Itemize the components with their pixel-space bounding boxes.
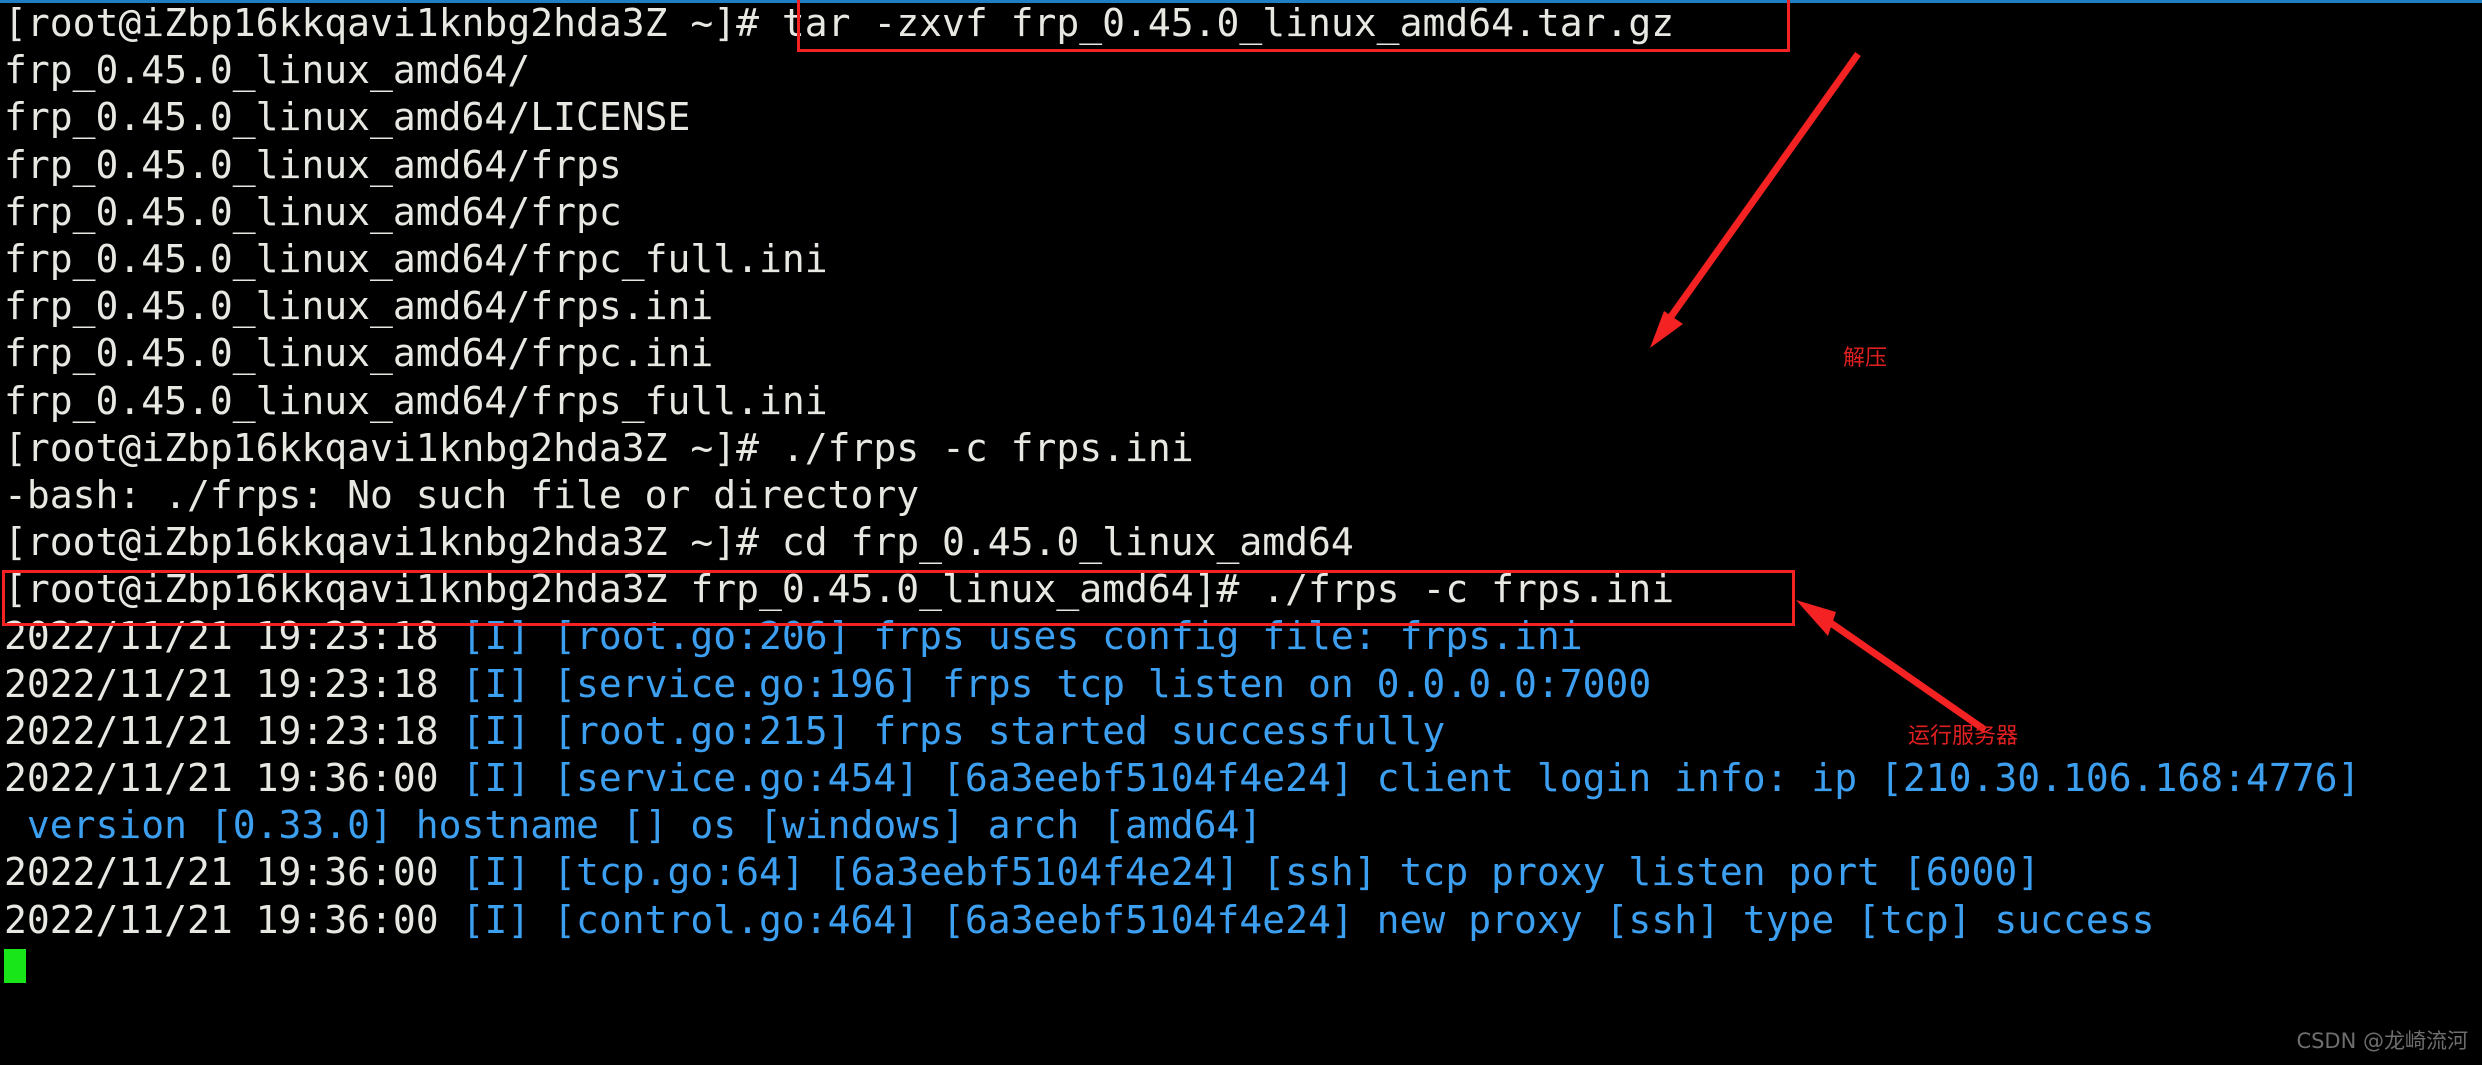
shell-command: ./frps -c frps.ini [781, 425, 1194, 470]
terminal-line-err-no-file: -bash: ./frps: No such file or directory [0, 472, 2482, 519]
terminal-line-log-config: 2022/11/21 19:23:18 [I] [root.go:206] fr… [0, 613, 2482, 660]
terminal-line-cmd-cd: [root@iZbp16kkqavi1knbg2hda3Z ~]# cd frp… [0, 519, 2482, 566]
log-body: [I] [root.go:206] frps uses config file:… [461, 614, 1583, 659]
terminal-line-out-frpcfull: frp_0.45.0_linux_amd64/frpc_full.ini [0, 236, 2482, 283]
log-body: [I] [tcp.go:64] [6a3eebf5104f4e24] [ssh]… [461, 850, 2041, 895]
terminal-line-out-dir: frp_0.45.0_linux_amd64/ [0, 47, 2482, 94]
terminal-line-out-frpsfull: frp_0.45.0_linux_amd64/frps_full.ini [0, 378, 2482, 425]
terminal-output-area[interactable]: [root@iZbp16kkqavi1knbg2hda3Z ~]# tar -z… [0, 0, 2482, 991]
log-body-continuation: version [0.33.0] hostname [] os [windows… [4, 803, 1263, 848]
output-text: frp_0.45.0_linux_amd64/frpc [4, 189, 622, 234]
terminal-line-log-proxy-port: 2022/11/21 19:36:00 [I] [tcp.go:64] [6a3… [0, 849, 2482, 896]
terminal-line-cmd-frps-run: [root@iZbp16kkqavi1knbg2hda3Z frp_0.45.0… [0, 566, 2482, 613]
terminal-line-out-frpc: frp_0.45.0_linux_amd64/frpc [0, 189, 2482, 236]
terminal-line-log-login-wrap: version [0.33.0] hostname [] os [windows… [0, 802, 2482, 849]
terminal-line-out-frps: frp_0.45.0_linux_amd64/frps [0, 142, 2482, 189]
terminal-line-log-new-proxy: 2022/11/21 19:36:00 [I] [control.go:464]… [0, 897, 2482, 944]
terminal-line-log-started: 2022/11/21 19:23:18 [I] [root.go:215] fr… [0, 708, 2482, 755]
log-body: [I] [control.go:464] [6a3eebf5104f4e24] … [461, 897, 2155, 942]
output-text: frp_0.45.0_linux_amd64/frps.ini [4, 284, 714, 329]
log-timestamp: 2022/11/21 19:23:18 [4, 661, 462, 706]
output-text: frp_0.45.0_linux_amd64/frps_full.ini [4, 378, 828, 423]
output-text: frp_0.45.0_linux_amd64/LICENSE [4, 95, 691, 140]
log-timestamp: 2022/11/21 19:23:18 [4, 708, 462, 753]
terminal-line-cmd-tar: [root@iZbp16kkqavi1knbg2hda3Z ~]# tar -z… [0, 0, 2482, 47]
log-timestamp: 2022/11/21 19:36:00 [4, 897, 462, 942]
error-text: -bash: ./frps: No such file or directory [4, 472, 920, 517]
output-text: frp_0.45.0_linux_amd64/frpc_full.ini [4, 236, 828, 281]
shell-prompt: [root@iZbp16kkqavi1knbg2hda3Z ~]# [4, 1, 782, 45]
terminal-window: [root@iZbp16kkqavi1knbg2hda3Z ~]# tar -z… [0, 0, 2482, 1065]
log-body: [I] [service.go:196] frps tcp listen on … [461, 661, 1652, 706]
csdn-watermark: CSDN @龙崎流河 [2296, 1029, 2468, 1053]
shell-command: ./frps -c frps.ini [1262, 567, 1675, 612]
cursor-block-icon [4, 949, 26, 984]
terminal-line-cmd-frps-fail: [root@iZbp16kkqavi1knbg2hda3Z ~]# ./frps… [0, 425, 2482, 472]
output-text: frp_0.45.0_linux_amd64/frpc.ini [4, 331, 714, 376]
log-timestamp: 2022/11/21 19:36:00 [4, 850, 462, 895]
terminal-line-log-login: 2022/11/21 19:36:00 [I] [service.go:454]… [0, 755, 2482, 802]
shell-prompt: [root@iZbp16kkqavi1knbg2hda3Z ~]# [4, 520, 782, 565]
log-timestamp: 2022/11/21 19:36:00 [4, 756, 462, 800]
output-text: frp_0.45.0_linux_amd64/frps [4, 142, 622, 187]
terminal-line-out-frpcini: frp_0.45.0_linux_amd64/frpc.ini [0, 330, 2482, 377]
shell-command: cd frp_0.45.0_linux_amd64 [781, 520, 1354, 565]
terminal-line-log-tcp-listen: 2022/11/21 19:23:18 [I] [service.go:196]… [0, 661, 2482, 708]
log-body: [I] [root.go:215] frps started successfu… [461, 708, 1446, 753]
shell-command: tar -zxvf frp_0.45.0_linux_amd64.tar.gz [781, 1, 1675, 45]
terminal-line-out-license: frp_0.45.0_linux_amd64/LICENSE [0, 94, 2482, 141]
output-text: frp_0.45.0_linux_amd64/ [4, 48, 531, 93]
terminal-line-out-frpsini: frp_0.45.0_linux_amd64/frps.ini [0, 283, 2482, 330]
log-timestamp: 2022/11/21 19:23:18 [4, 614, 462, 659]
shell-prompt: [root@iZbp16kkqavi1knbg2hda3Z ~]# [4, 425, 782, 470]
log-body: [I] [service.go:454] [6a3eebf5104f4e24] … [461, 756, 2361, 800]
terminal-cursor-line[interactable] [0, 944, 2482, 991]
shell-prompt: [root@iZbp16kkqavi1knbg2hda3Z frp_0.45.0… [4, 567, 1263, 612]
annotation-label-extract: 解压 [1843, 346, 1888, 371]
annotation-label-run: 运行服务器 [1908, 724, 2019, 749]
